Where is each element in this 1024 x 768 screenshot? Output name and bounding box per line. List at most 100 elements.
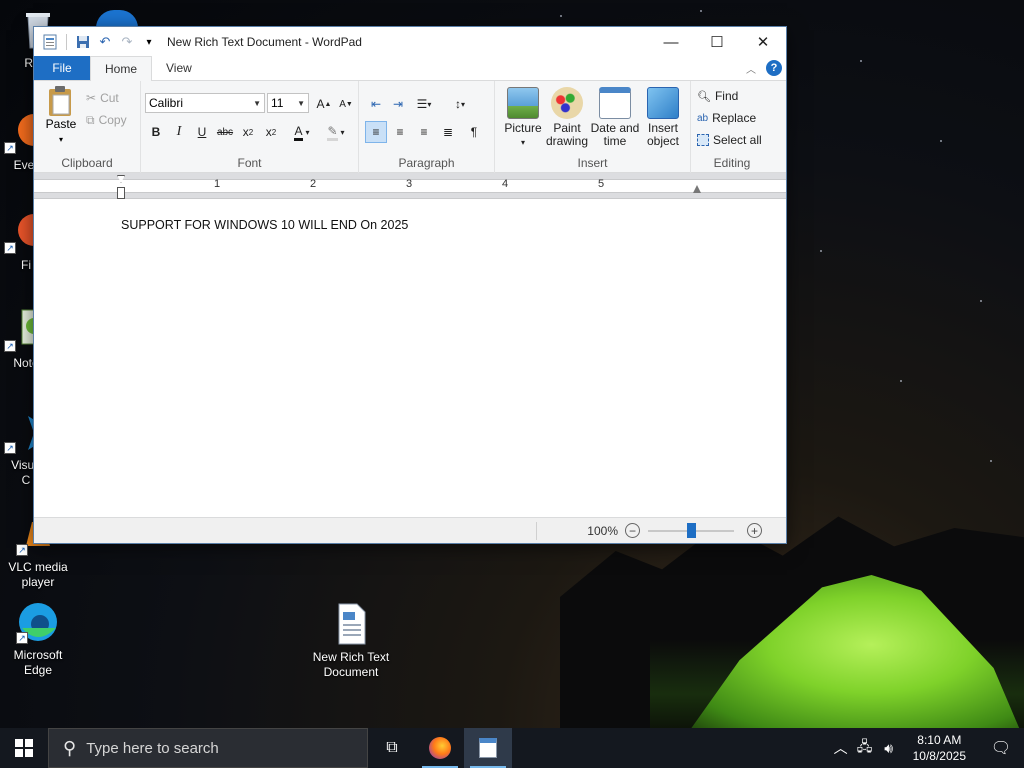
copy-button[interactable]: ⧉ Copy (86, 109, 127, 131)
align-right-button[interactable]: ≡ (413, 121, 435, 143)
align-left-button[interactable]: ≡ (365, 121, 387, 143)
font-group-label: Font (237, 156, 262, 170)
insert-picture-button[interactable]: Picture ▾ (499, 87, 547, 149)
insert-group-label: Insert (577, 156, 608, 170)
task-view-button[interactable]: ⧉ (368, 728, 416, 768)
select-all-button[interactable]: Select all (697, 129, 762, 151)
subscript-button[interactable]: x2 (237, 121, 259, 143)
search-placeholder: Type here to search (86, 739, 219, 757)
paragraph-settings-button[interactable]: ¶ (463, 121, 485, 143)
zoom-out-button[interactable]: − (625, 523, 640, 538)
document-area[interactable]: SUPPORT FOR WINDOWS 10 WILL END On 2025 (34, 203, 786, 517)
desktop-icon-microsoft-edge[interactable]: ↗ Microsoft Edge (0, 600, 76, 678)
zoom-slider[interactable] (648, 523, 734, 538)
binoculars-icon: 🔍︎ (697, 90, 711, 103)
taskbar-wordpad[interactable] (464, 728, 512, 768)
date-and-time-button[interactable]: Date and time (589, 87, 641, 148)
customize-qat-dropdown-icon[interactable]: ▾ (141, 34, 157, 50)
chevron-down-icon: ▼ (253, 99, 261, 108)
task-view-icon: ⧉ (386, 739, 398, 756)
clipboard-group-label: Clipboard (61, 156, 113, 170)
clock-time: 8:10 AM (917, 733, 962, 747)
help-icon[interactable]: ? (766, 60, 782, 76)
chevron-down-icon: ▼ (297, 99, 305, 108)
highlight-button[interactable]: ✎ ▾ (321, 121, 351, 143)
wordpad-icon (479, 738, 497, 758)
taskbar: ⚲ Type here to search ⧉ ︿ 🖧 🔊︎ 8:10 AM 1… (0, 728, 1024, 768)
shortcut-arrow-icon: ↗ (16, 632, 28, 644)
decrease-indent-button[interactable]: ⇤ (365, 93, 387, 115)
insert-group: Picture ▾ Paint drawing Date and time Ins… (495, 81, 691, 173)
paste-button[interactable]: Paste ▾ (42, 85, 80, 145)
notification-center-icon[interactable]: 🗨︎ (978, 738, 1024, 758)
close-button[interactable]: ✕ (740, 27, 786, 57)
grow-font-button[interactable]: A ▲ (313, 93, 335, 115)
minimize-ribbon-icon[interactable]: ︿ (746, 61, 756, 76)
italic-button[interactable]: I (168, 121, 190, 143)
edge-icon: ↗ (16, 600, 60, 644)
document-text[interactable]: SUPPORT FOR WINDOWS 10 WILL END On 2025 (121, 218, 408, 232)
paint-drawing-button[interactable]: Paint drawing (543, 87, 591, 148)
insert-object-button[interactable]: Insert object (639, 87, 687, 148)
desktop-icon-new-rich-text-document[interactable]: New Rich Text Document (306, 602, 396, 680)
cut-button[interactable]: ✂ Cut (86, 87, 119, 109)
ruler[interactable]: 1 2 3 4 5 (34, 173, 786, 199)
superscript-button[interactable]: x2 (260, 121, 282, 143)
font-family-select[interactable]: Calibri ▼ (145, 93, 265, 113)
increase-indent-button[interactable]: ⇥ (387, 93, 409, 115)
maximize-button[interactable]: ☐ (694, 27, 740, 57)
zoom-in-button[interactable]: + (747, 523, 762, 538)
bullets-button[interactable]: ☰ ▾ (409, 93, 439, 115)
status-divider (536, 522, 537, 540)
justify-button[interactable]: ≣ (437, 121, 459, 143)
ruler-number: 1 (214, 178, 221, 190)
left-indent-marker[interactable] (117, 187, 125, 199)
font-color-icon: A (294, 124, 303, 141)
ruler-number: 4 (502, 178, 509, 190)
shortcut-arrow-icon: ↗ (4, 442, 16, 454)
paste-dropdown-icon[interactable]: ▾ (59, 135, 63, 144)
find-button[interactable]: 🔍︎ Find (697, 85, 738, 107)
font-size-select[interactable]: 11 ▼ (267, 93, 309, 113)
scissors-icon: ✂ (86, 91, 97, 105)
ruler-number: 5 (598, 178, 605, 190)
ruler-number: 2 (310, 178, 317, 190)
taskbar-search-box[interactable]: ⚲ Type here to search (48, 728, 368, 768)
shrink-font-button[interactable]: A ▼ (335, 93, 357, 115)
show-hidden-icons-chevron-icon[interactable]: ︿ (829, 738, 853, 758)
line-spacing-button[interactable]: ↕ ▾ (445, 93, 475, 115)
zoom-slider-thumb[interactable] (687, 523, 696, 538)
underline-button[interactable]: U (191, 121, 213, 143)
replace-button[interactable]: ab Replace (697, 107, 756, 129)
taskbar-firefox[interactable] (416, 728, 464, 768)
title-bar: ↶ ↷ ▾ New Rich Text Document - WordPad —… (34, 27, 786, 57)
align-center-button[interactable]: ≡ (389, 121, 411, 143)
shortcut-arrow-icon: ↗ (4, 340, 16, 352)
search-icon: ⚲ (63, 737, 77, 758)
calendar-clock-icon (599, 87, 631, 119)
ruler-number: 3 (406, 178, 413, 190)
shortcut-arrow-icon: ↗ (16, 544, 28, 556)
volume-icon[interactable]: 🔊︎ (877, 740, 901, 757)
tab-file[interactable]: File (34, 56, 90, 80)
status-bar: 100% − + (34, 517, 786, 543)
font-color-button[interactable]: A ▾ (287, 121, 317, 143)
strikethrough-button[interactable]: abc (214, 121, 236, 143)
minimize-button[interactable]: — (648, 27, 694, 57)
shortcut-arrow-icon: ↗ (4, 142, 16, 154)
save-icon[interactable] (75, 34, 91, 50)
undo-icon[interactable]: ↶ (97, 34, 113, 50)
select-all-icon (697, 134, 709, 146)
network-icon[interactable]: 🖧 (853, 736, 877, 760)
wordpad-app-icon[interactable] (42, 34, 58, 50)
tab-home[interactable]: Home (90, 56, 153, 81)
clock-date: 10/8/2025 (912, 749, 966, 763)
redo-icon[interactable]: ↷ (119, 34, 135, 50)
clock[interactable]: 8:10 AM 10/8/2025 (901, 732, 978, 764)
shortcut-arrow-icon: ↗ (4, 242, 16, 254)
bold-button[interactable]: B (145, 121, 167, 143)
start-button[interactable] (0, 728, 48, 768)
editing-group-label: Editing (713, 156, 751, 170)
replace-icon: ab (697, 112, 709, 124)
tab-view[interactable]: View (152, 56, 206, 80)
